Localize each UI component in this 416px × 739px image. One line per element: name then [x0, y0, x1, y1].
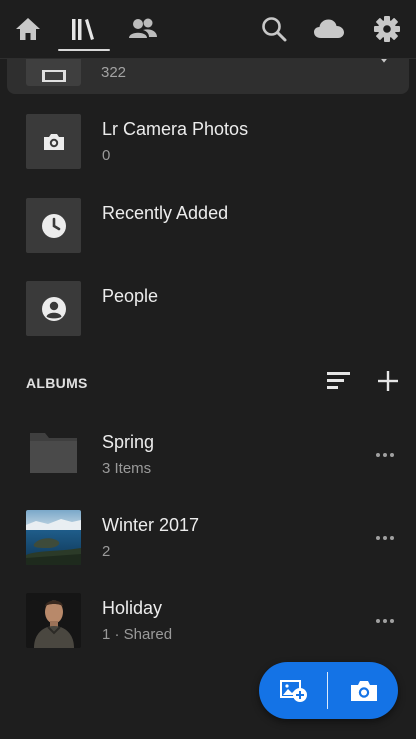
add-photos-fab — [259, 662, 398, 719]
library-item-title: Recently Added — [102, 203, 229, 223]
library-item-title: Lr Camera Photos — [102, 119, 249, 139]
album-item-winter-2017[interactable]: Winter 2017 2 — [0, 510, 416, 580]
library-item-people[interactable]: People — [0, 281, 416, 351]
album-item-holiday[interactable]: Holiday 1 · Shared — [0, 593, 416, 663]
more-options-icon[interactable] — [375, 451, 395, 459]
people-icon[interactable] — [128, 14, 158, 44]
portrait-photo — [26, 593, 81, 648]
settings-icon[interactable] — [372, 14, 402, 44]
add-photo-icon[interactable] — [259, 662, 328, 719]
more-options-icon[interactable] — [375, 617, 395, 625]
active-tab-indicator — [58, 49, 110, 51]
all-photos-count: 322 — [101, 64, 127, 81]
album-title: Winter 2017 — [102, 515, 200, 535]
library-item-recently-added[interactable]: Recently Added — [0, 198, 416, 268]
person-icon — [26, 281, 81, 336]
album-subtitle: 3 Items — [102, 460, 152, 477]
library-item-lr-camera-photos[interactable]: Lr Camera Photos 0 — [0, 114, 416, 184]
lake-photo — [26, 510, 81, 565]
camera-icon — [26, 114, 81, 169]
camera-icon[interactable] — [329, 662, 398, 719]
folder-icon — [26, 427, 81, 482]
library-item-title: People — [102, 286, 159, 306]
sort-icon[interactable] — [326, 370, 352, 392]
more-options-icon[interactable] — [375, 534, 395, 542]
album-title: Spring — [102, 432, 155, 452]
top-navigation-bar — [0, 0, 416, 59]
album-subtitle: 1 · Shared — [102, 626, 173, 643]
home-icon[interactable] — [13, 14, 43, 44]
library-icon[interactable] — [69, 14, 99, 44]
album-subtitle: 2 — [102, 543, 111, 560]
add-album-icon[interactable] — [376, 369, 400, 393]
cloud-icon[interactable] — [312, 14, 346, 44]
search-icon[interactable] — [259, 14, 289, 44]
fab-divider — [327, 672, 328, 709]
album-title: Holiday — [102, 598, 163, 618]
library-item-count: 0 — [102, 147, 111, 164]
album-item-spring[interactable]: Spring 3 Items — [0, 427, 416, 497]
albums-heading: ALBUMS — [26, 375, 88, 391]
clock-icon — [26, 198, 81, 253]
